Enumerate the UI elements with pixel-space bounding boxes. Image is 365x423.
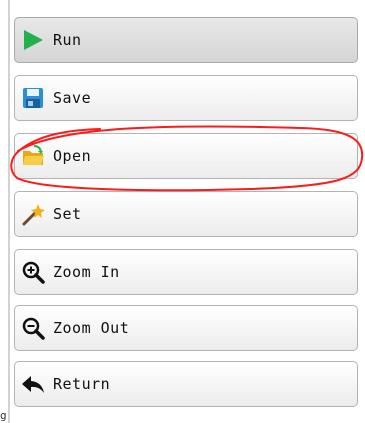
open-button[interactable]: Open: [14, 133, 358, 179]
return-arrow-icon: [21, 372, 45, 396]
panel-divider: [8, 0, 10, 423]
save-button-label: Save: [53, 89, 92, 107]
open-button-label: Open: [53, 147, 92, 165]
zoom-out-button[interactable]: Zoom Out: [14, 305, 358, 351]
save-button[interactable]: Save: [14, 75, 358, 121]
return-button[interactable]: Return: [14, 361, 358, 407]
zoom-in-button[interactable]: Zoom In: [14, 249, 358, 295]
zoom-out-icon: [21, 316, 45, 340]
run-button-label: Run: [53, 31, 82, 49]
zoom-in-button-label: Zoom In: [53, 263, 120, 281]
wand-icon: [21, 202, 45, 226]
return-button-label: Return: [53, 375, 111, 393]
zoom-in-icon: [21, 260, 45, 284]
run-button[interactable]: Run: [14, 17, 358, 63]
save-icon: [21, 86, 45, 110]
edge-text-fragment: g: [0, 409, 7, 422]
set-button-label: Set: [53, 205, 82, 223]
set-button[interactable]: Set: [14, 191, 358, 237]
run-icon: [21, 28, 45, 52]
open-folder-icon: [21, 144, 45, 168]
zoom-out-button-label: Zoom Out: [53, 319, 130, 337]
